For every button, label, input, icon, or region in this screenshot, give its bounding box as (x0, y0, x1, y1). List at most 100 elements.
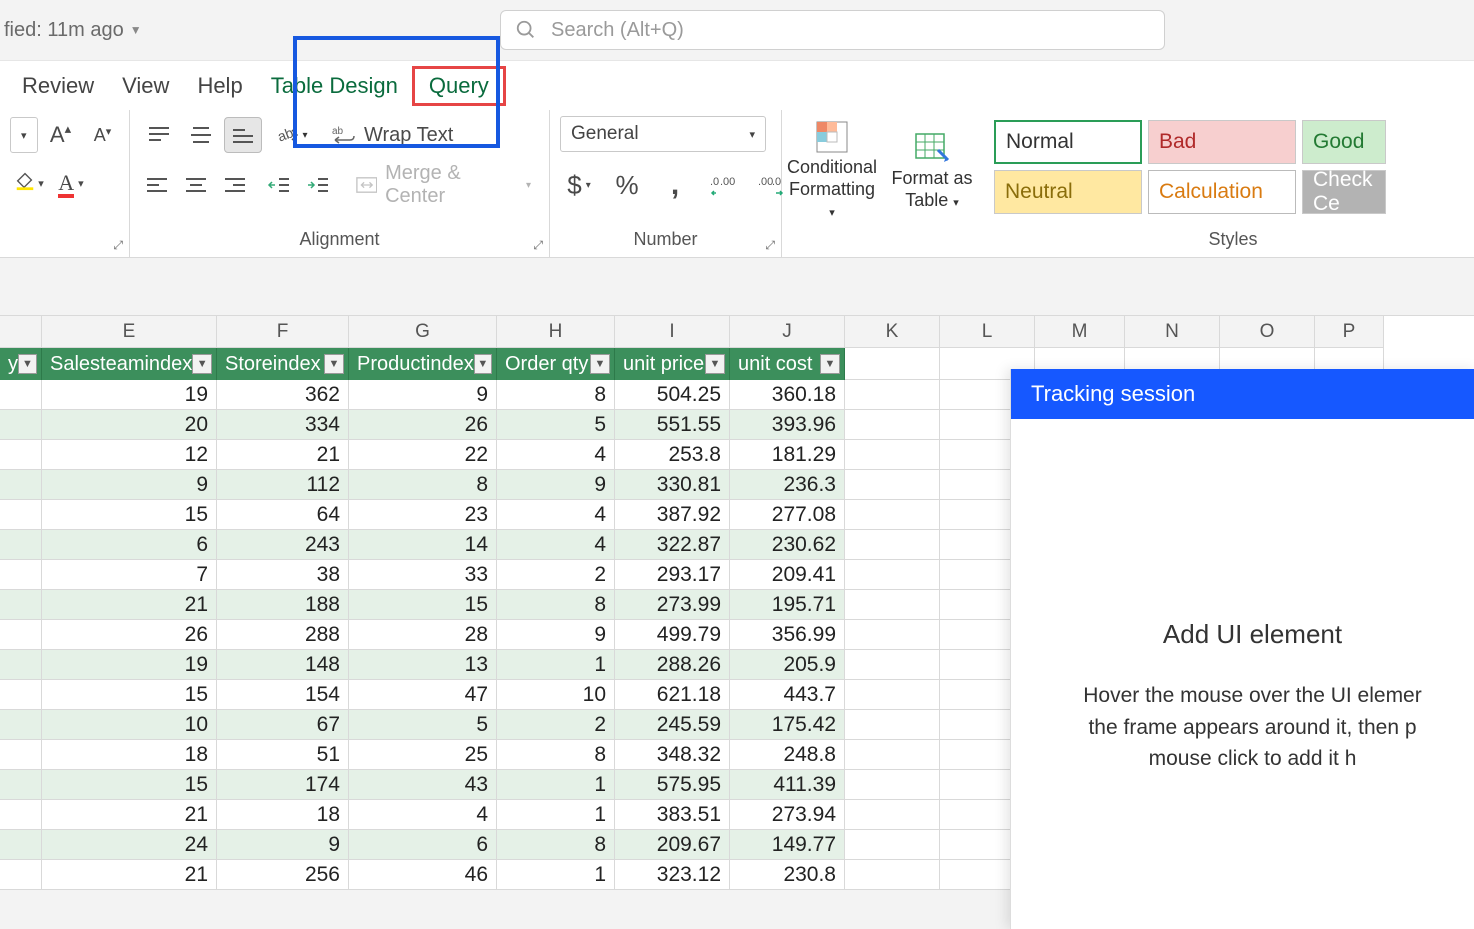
tab-table-design[interactable]: Table Design (257, 65, 412, 107)
empty-cell[interactable] (845, 710, 940, 740)
data-cell[interactable]: 7 (42, 560, 217, 590)
data-cell[interactable]: 621.18 (615, 680, 730, 710)
data-cell[interactable]: 6 (42, 530, 217, 560)
data-cell[interactable] (0, 830, 42, 860)
tab-help[interactable]: Help (183, 65, 256, 107)
data-cell[interactable]: 112 (217, 470, 349, 500)
data-cell[interactable]: 6 (349, 830, 497, 860)
empty-cell[interactable] (845, 800, 940, 830)
data-cell[interactable]: 330.81 (615, 470, 730, 500)
data-cell[interactable]: 15 (42, 500, 217, 530)
data-cell[interactable]: 360.18 (730, 380, 845, 410)
data-cell[interactable] (0, 410, 42, 440)
data-cell[interactable]: 148 (217, 650, 349, 680)
data-cell[interactable]: 1 (497, 650, 615, 680)
data-cell[interactable] (0, 860, 42, 890)
data-cell[interactable] (0, 770, 42, 800)
data-cell[interactable]: 387.92 (615, 500, 730, 530)
empty-cell[interactable] (845, 650, 940, 680)
align-top-button[interactable] (140, 117, 178, 153)
data-cell[interactable] (0, 590, 42, 620)
data-cell[interactable]: 25 (349, 740, 497, 770)
column-header[interactable]: O (1220, 316, 1315, 348)
data-cell[interactable]: 26 (349, 410, 497, 440)
style-normal[interactable]: Normal (994, 120, 1142, 164)
data-cell[interactable]: 9 (217, 830, 349, 860)
data-cell[interactable]: 2 (497, 560, 615, 590)
data-cell[interactable]: 175.42 (730, 710, 845, 740)
search-input[interactable]: Search (Alt+Q) (500, 10, 1165, 50)
fill-color-button[interactable]: ▾ (10, 164, 48, 202)
data-cell[interactable]: 8 (497, 590, 615, 620)
data-cell[interactable]: 575.95 (615, 770, 730, 800)
data-cell[interactable]: 1 (497, 770, 615, 800)
style-calculation[interactable]: Calculation (1148, 170, 1296, 214)
data-cell[interactable] (0, 470, 42, 500)
data-cell[interactable]: 253.8 (615, 440, 730, 470)
style-neutral[interactable]: Neutral (994, 170, 1142, 214)
data-cell[interactable]: 1 (497, 800, 615, 830)
data-cell[interactable]: 236.3 (730, 470, 845, 500)
comma-button[interactable]: , (656, 166, 694, 204)
number-format-combo[interactable]: General ▾ (560, 116, 766, 152)
data-cell[interactable]: 10 (42, 710, 217, 740)
data-cell[interactable]: 10 (497, 680, 615, 710)
data-cell[interactable]: 499.79 (615, 620, 730, 650)
data-cell[interactable]: 28 (349, 620, 497, 650)
data-cell[interactable] (0, 800, 42, 830)
table-header[interactable]: Productindex▼ (349, 348, 497, 380)
data-cell[interactable]: 21 (217, 440, 349, 470)
data-cell[interactable]: 8 (497, 380, 615, 410)
data-cell[interactable]: 18 (42, 740, 217, 770)
accounting-format-button[interactable]: $▾ (560, 166, 598, 204)
data-cell[interactable] (0, 560, 42, 590)
filter-dropdown-icon[interactable]: ▼ (474, 354, 492, 374)
column-header[interactable]: I (615, 316, 730, 348)
empty-cell[interactable] (845, 500, 940, 530)
filter-dropdown-icon[interactable]: ▼ (705, 354, 725, 374)
percent-button[interactable]: % (608, 166, 646, 204)
data-cell[interactable]: 15 (42, 680, 217, 710)
data-cell[interactable]: 322.87 (615, 530, 730, 560)
data-cell[interactable]: 443.7 (730, 680, 845, 710)
empty-cell[interactable] (845, 860, 940, 890)
data-cell[interactable]: 334 (217, 410, 349, 440)
data-cell[interactable]: 383.51 (615, 800, 730, 830)
orientation-button[interactable]: ab ▾ (272, 117, 310, 153)
wrap-text-button[interactable]: ab Wrap Text (324, 116, 461, 154)
data-cell[interactable]: 551.55 (615, 410, 730, 440)
data-cell[interactable] (0, 680, 42, 710)
data-cell[interactable]: 9 (497, 620, 615, 650)
tab-review[interactable]: Review (8, 65, 108, 107)
align-left-button[interactable] (140, 167, 175, 203)
data-cell[interactable]: 188 (217, 590, 349, 620)
column-header[interactable]: L (940, 316, 1035, 348)
column-header[interactable]: P (1315, 316, 1384, 348)
data-cell[interactable]: 15 (42, 770, 217, 800)
empty-cell[interactable] (845, 680, 940, 710)
increase-font-button[interactable]: A▴ (42, 116, 80, 154)
data-cell[interactable]: 1 (497, 860, 615, 890)
align-middle-button[interactable] (182, 117, 220, 153)
column-header[interactable]: E (42, 316, 217, 348)
table-header[interactable]: unit cost▼ (730, 348, 845, 380)
data-cell[interactable]: 4 (497, 500, 615, 530)
data-cell[interactable]: 273.99 (615, 590, 730, 620)
style-bad[interactable]: Bad (1148, 120, 1296, 164)
data-cell[interactable]: 348.32 (615, 740, 730, 770)
modified-label[interactable]: fied: 11m ago ▼ (0, 19, 142, 42)
filter-dropdown-icon[interactable]: ▼ (590, 354, 610, 374)
data-cell[interactable] (0, 650, 42, 680)
data-cell[interactable]: 411.39 (730, 770, 845, 800)
data-cell[interactable]: 4 (497, 440, 615, 470)
filter-dropdown-icon[interactable]: ▼ (324, 354, 344, 374)
data-cell[interactable]: 504.25 (615, 380, 730, 410)
data-cell[interactable]: 46 (349, 860, 497, 890)
data-cell[interactable]: 9 (349, 380, 497, 410)
data-cell[interactable]: 2 (497, 710, 615, 740)
table-header[interactable]: unit price▼ (615, 348, 730, 380)
data-cell[interactable]: 12 (42, 440, 217, 470)
increase-decimal-button[interactable]: .0.00 (704, 166, 742, 204)
data-cell[interactable] (0, 500, 42, 530)
dialog-launcher-icon[interactable]: ⤢ (533, 238, 543, 253)
